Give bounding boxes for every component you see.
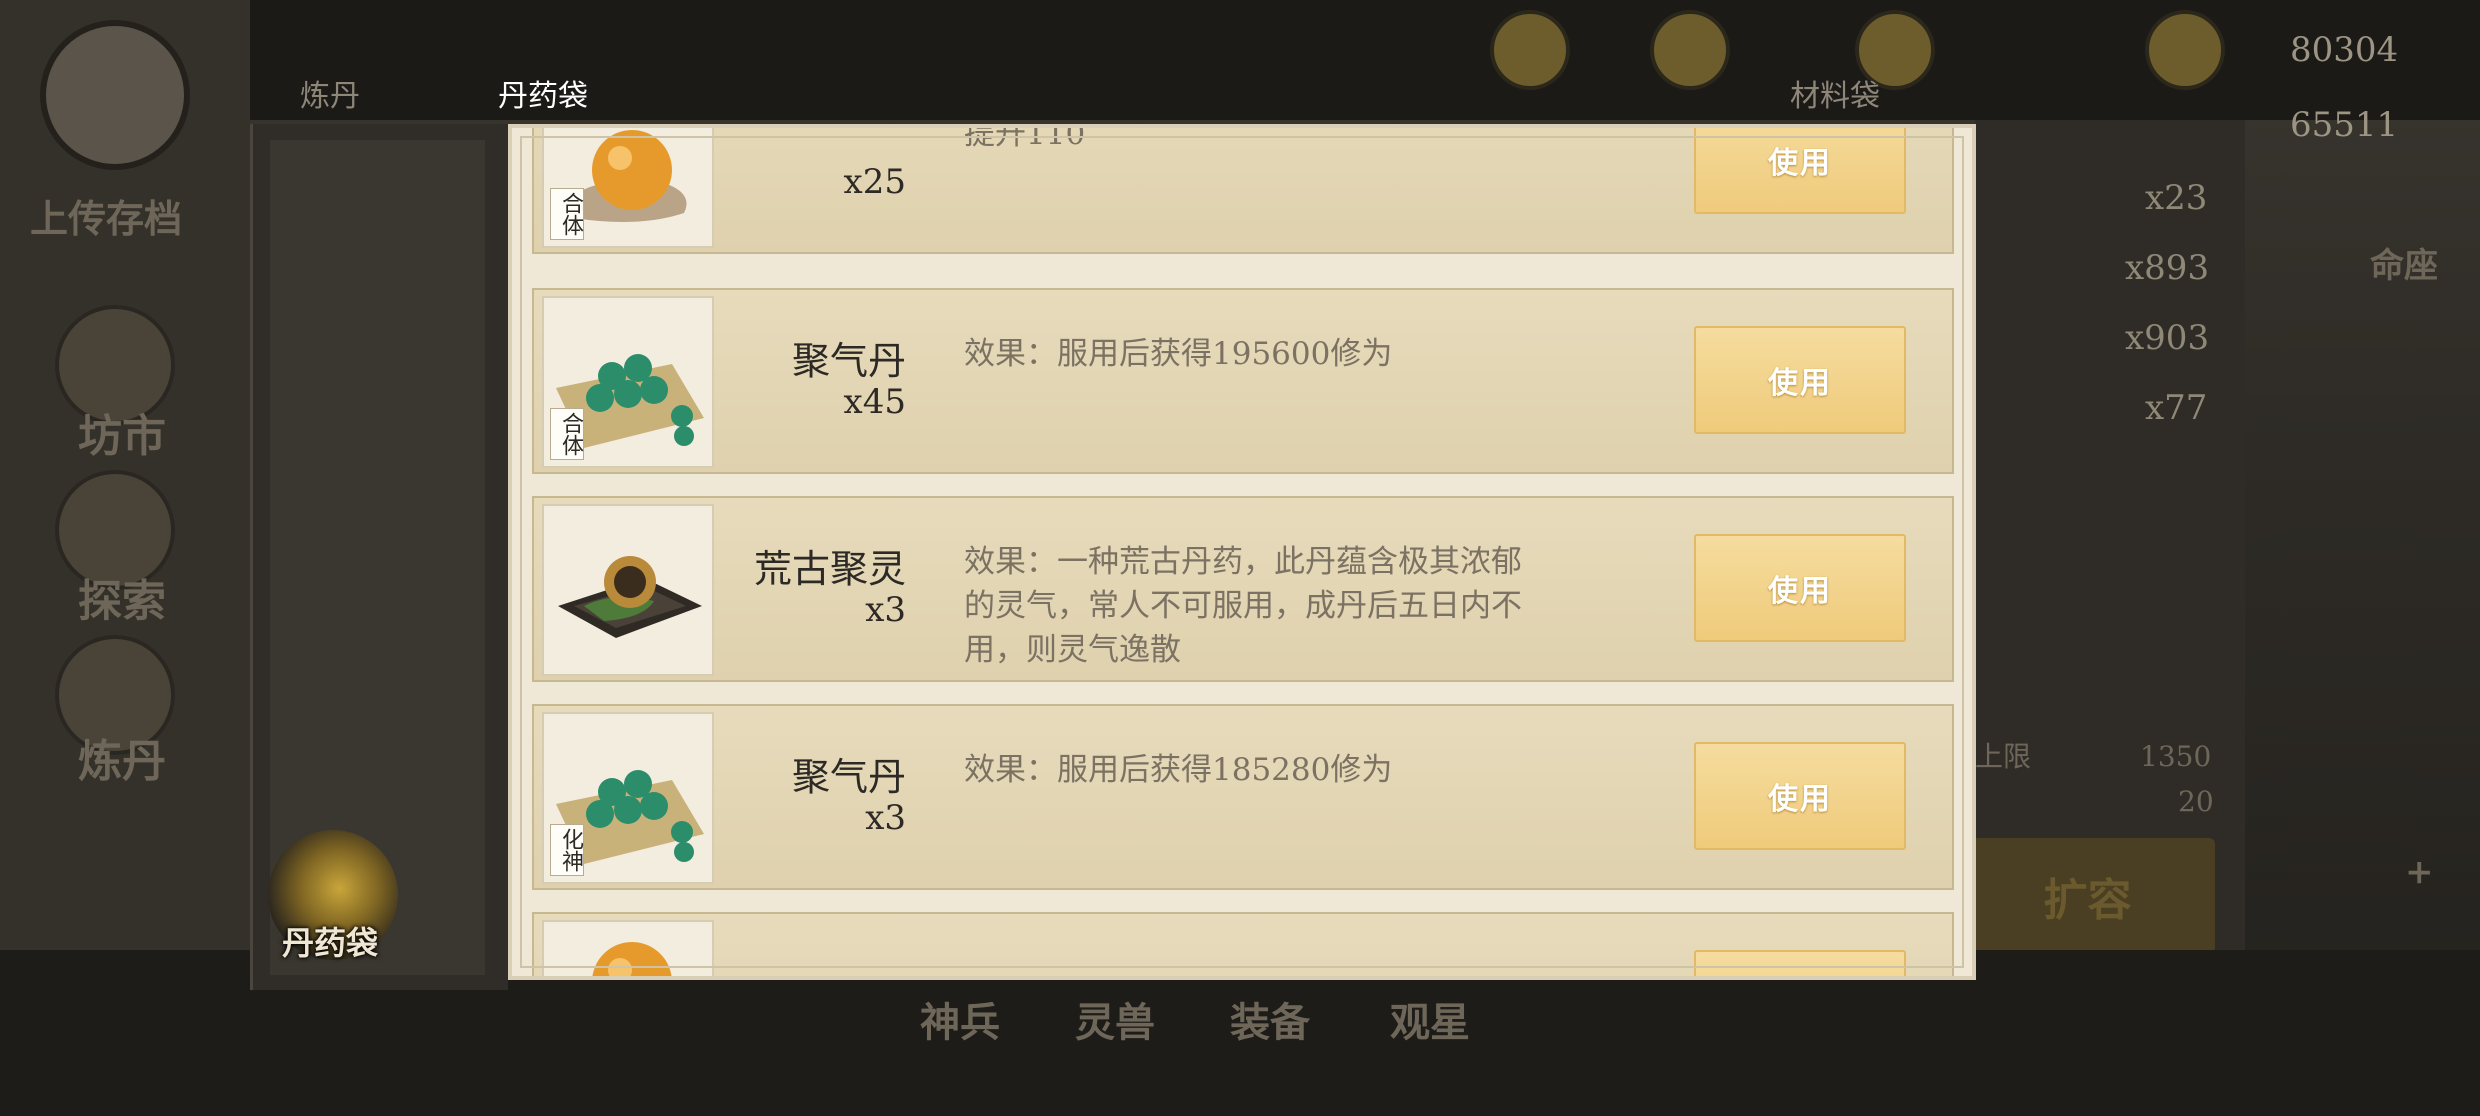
modal-tab-bar: 炼丹 丹药袋 材料袋 bbox=[250, 62, 2250, 124]
ancient-pill-box-icon bbox=[558, 556, 702, 638]
constellation-badge[interactable]: 命座 bbox=[2370, 238, 2438, 287]
use-button[interactable]: 使用 bbox=[1694, 326, 1906, 434]
explore-label[interactable]: 探索 bbox=[78, 565, 166, 629]
list-item: 合体 x25 提升110 使用 bbox=[532, 124, 1954, 254]
item-quantity: x3 bbox=[865, 798, 906, 838]
item-name: 聚气丹 bbox=[791, 339, 906, 383]
item-description: 效果：服用后获得185280修为 bbox=[964, 752, 1393, 788]
currency-1: 80304 bbox=[2290, 30, 2399, 70]
item-quantity: x25 bbox=[843, 162, 906, 202]
item-thumbnail: 合体 bbox=[542, 128, 714, 248]
equipment-tab[interactable]: 装备 bbox=[1230, 990, 1310, 1048]
plus-button[interactable]: + bbox=[2405, 852, 2434, 892]
beast-tab[interactable]: 灵兽 bbox=[1075, 990, 1155, 1048]
weapon-tab[interactable]: 神兵 bbox=[920, 990, 1000, 1048]
inventory-count-4: x77 bbox=[2145, 388, 2208, 428]
tab-alchemy[interactable]: 炼丹 bbox=[300, 62, 360, 124]
realm-tag: 合体 bbox=[550, 408, 584, 460]
item-name: 荒古聚灵 bbox=[753, 547, 906, 591]
tab-pill-bag[interactable]: 丹药袋 bbox=[498, 62, 588, 124]
sub-value: 20 bbox=[2178, 785, 2214, 818]
limit-value: 1350 bbox=[2140, 740, 2212, 773]
alchemy-label[interactable]: 炼丹 bbox=[78, 725, 166, 789]
stargazing-tab[interactable]: 观星 bbox=[1390, 990, 1470, 1048]
list-item: 荒古聚灵 x3 效果：一种荒古丹药，此丹蕴含极其浓郁的灵气，常人不可服用，成丹后… bbox=[532, 496, 1954, 682]
inventory-count-2: x893 bbox=[2125, 248, 2210, 288]
realm-tag: 合体 bbox=[550, 188, 584, 240]
upload-save-label[interactable]: 上传存档 bbox=[30, 188, 182, 243]
use-button[interactable]: 使用 bbox=[1694, 534, 1906, 642]
item-name: 聚气丹 bbox=[791, 755, 906, 799]
limit-label: 上限 bbox=[1975, 740, 2032, 773]
inventory-count-1: x23 bbox=[2145, 178, 2208, 218]
pill-bag-label[interactable]: 丹药袋 bbox=[282, 918, 378, 964]
item-description: 效果：服用后获得195600修为 bbox=[964, 336, 1393, 372]
item-quantity: x3 bbox=[865, 590, 906, 630]
use-button[interactable]: 使用 bbox=[1694, 128, 1906, 214]
expand-button[interactable]: 扩容 bbox=[1960, 838, 2215, 953]
currency-2: 65511 bbox=[2290, 105, 2399, 145]
item-description: 效果：一种荒古丹药，此丹蕴含极其浓郁的灵气，常人不可服用，成丹后五日内不用，则灵… bbox=[964, 544, 1522, 668]
realm-tag: 化神 bbox=[550, 824, 584, 876]
item-thumbnail: 化神 bbox=[542, 712, 714, 884]
use-button[interactable]: 使用 bbox=[1694, 742, 1906, 850]
orange-pill-icon bbox=[592, 942, 672, 976]
list-item: 化神 聚气丹 x3 效果：服用后获得185280修为 使用 bbox=[532, 704, 1954, 890]
item-thumbnail: 合体 bbox=[542, 296, 714, 468]
item-quantity: x45 bbox=[843, 382, 906, 422]
player-avatar[interactable] bbox=[40, 20, 190, 170]
list-item bbox=[532, 912, 1954, 976]
market-label[interactable]: 坊市 bbox=[78, 400, 166, 464]
item-thumbnail bbox=[542, 920, 714, 976]
use-button[interactable] bbox=[1694, 950, 1906, 976]
item-description: 提升110 bbox=[964, 124, 1086, 152]
tab-material-bag[interactable]: 材料袋 bbox=[1790, 62, 1880, 124]
list-item: 合体 聚气丹 x45 效果：服用后获得195600修为 使用 bbox=[532, 288, 1954, 474]
inventory-count-3: x903 bbox=[2125, 318, 2210, 358]
item-thumbnail bbox=[542, 504, 714, 676]
pill-list-panel[interactable]: 合体 x25 提升110 使用 合体 聚气丹 x45 效果：服用后获得19560… bbox=[508, 124, 1976, 980]
